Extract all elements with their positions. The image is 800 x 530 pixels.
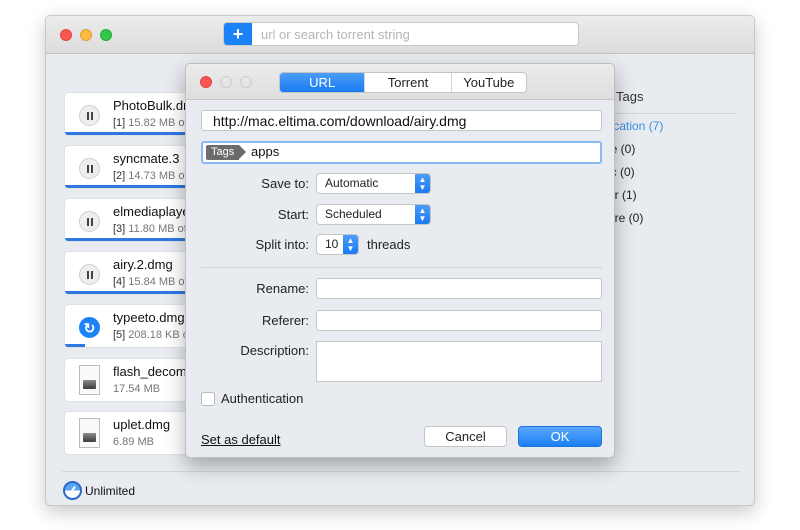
download-name: typeeto.dmg (113, 310, 185, 325)
search-input[interactable]: url or search torrent string (261, 27, 410, 42)
pause-icon[interactable] (79, 264, 100, 285)
download-item[interactable]: uplet.dmg 6.89 MB (64, 411, 199, 455)
download-size: 11.80 MB of (128, 223, 187, 235)
tab-torrent[interactable]: Torrent (365, 73, 452, 92)
pause-icon[interactable] (79, 211, 100, 232)
save-to-select[interactable]: Automatic ▲ ▼ (316, 173, 431, 194)
tags-input[interactable]: Tags apps (201, 141, 602, 164)
pause-icon[interactable] (79, 158, 100, 179)
download-progress-bar (65, 185, 198, 188)
download-size: 17.54 MB (113, 383, 161, 395)
download-size: 14.73 MB of (128, 170, 188, 182)
start-select[interactable]: Scheduled ▲ ▼ (316, 204, 431, 225)
download-name: uplet.dmg (113, 417, 171, 432)
tags-chip: Tags (206, 145, 247, 160)
download-meta: 17.54 MB (113, 383, 160, 395)
download-size: 208.18 KB of (128, 329, 192, 341)
save-to-value: Automatic (325, 176, 379, 190)
stepper-arrows-icon: ▲ ▼ (343, 235, 358, 254)
dialog-divider (201, 267, 602, 268)
download-meta: [2] 14.73 MB of (113, 170, 188, 182)
download-meta: [3] 11.80 MB of (113, 223, 187, 235)
download-meta: [5] 208.18 KB of (113, 329, 192, 341)
description-label: Description: (240, 343, 309, 358)
dialog-close-button[interactable] (200, 76, 212, 88)
rename-input[interactable] (316, 278, 602, 299)
speed-limit-label[interactable]: Unlimited (85, 484, 135, 498)
threads-label: threads (367, 237, 411, 252)
tags-value: apps (251, 144, 280, 159)
download-meta: [1] 15.82 MB of (113, 117, 188, 129)
set-as-default-link[interactable]: Set as default (201, 432, 281, 447)
tags-divider (606, 113, 736, 114)
dialog-zoom-button (240, 76, 252, 88)
download-progress-bar (65, 132, 198, 135)
download-item[interactable]: flash_decompiler 17.54 MB (64, 358, 199, 402)
cancel-button[interactable]: Cancel (424, 426, 507, 447)
footer-divider (62, 471, 740, 472)
download-item[interactable]: ↻ typeeto.dmg [5] 208.18 KB of (64, 304, 199, 348)
add-download-button[interactable]: + (224, 23, 252, 45)
stepper-arrows-icon: ▲ ▼ (415, 205, 430, 224)
download-item[interactable]: airy.2.dmg [4] 15.84 MB of (64, 251, 199, 295)
download-index: [5] (113, 329, 126, 341)
download-name: syncmate.3 (113, 151, 180, 166)
start-value: Scheduled (325, 207, 382, 221)
zoom-window-button[interactable] (100, 29, 112, 41)
start-label: Start: (277, 207, 309, 222)
tag-item[interactable]: lication (7) (608, 119, 663, 133)
tab-url[interactable]: URL (280, 73, 366, 92)
split-label: Split into: (255, 237, 309, 252)
download-item[interactable]: syncmate.3 [2] 14.73 MB of (64, 145, 199, 189)
download-meta: [4] 15.84 MB of (113, 276, 188, 288)
close-window-button[interactable] (60, 29, 72, 41)
tab-youtube[interactable]: YouTube (452, 73, 526, 92)
authentication-checkbox[interactable] (201, 392, 215, 406)
dialog-title-bar: URL Torrent YouTube (186, 64, 614, 100)
split-value: 10 (325, 237, 339, 251)
download-name: airy.2.dmg (113, 257, 173, 272)
download-index: [4] (113, 276, 126, 288)
search-bar: + url or search torrent string (223, 22, 579, 46)
add-download-dialog: URL Torrent YouTube http://mac.eltima.co… (185, 63, 615, 458)
download-index: [1] (113, 117, 126, 129)
download-progress-bar (65, 238, 198, 241)
download-size: 6.89 MB (113, 436, 154, 448)
resume-icon[interactable]: ↻ (79, 317, 100, 338)
referer-input[interactable] (316, 310, 602, 331)
source-tabs: URL Torrent YouTube (279, 72, 527, 93)
download-index: [3] (113, 223, 126, 235)
url-input[interactable]: http://mac.eltima.com/download/airy.dmg (201, 110, 602, 131)
split-threads-select[interactable]: 10 ▲ ▼ (316, 234, 359, 255)
download-size: 15.82 MB of (128, 117, 188, 129)
minimize-window-button[interactable] (80, 29, 92, 41)
dmg-file-icon (79, 418, 100, 448)
download-size: 15.84 MB of (128, 276, 188, 288)
description-textarea[interactable] (316, 341, 602, 382)
pause-icon[interactable] (79, 105, 100, 126)
download-progress-bar (65, 344, 85, 347)
download-item[interactable]: elmediaplayer [3] 11.80 MB of (64, 198, 199, 242)
download-name: elmediaplayer (113, 204, 194, 219)
referer-label: Referer: (262, 313, 309, 328)
rename-label: Rename: (256, 281, 309, 296)
dialog-minimize-button (220, 76, 232, 88)
download-item[interactable]: PhotoBulk.dmg [1] 15.82 MB of (64, 92, 199, 136)
download-index: [2] (113, 170, 126, 182)
dmg-file-icon (79, 365, 100, 395)
tags-panel-title: Tags (616, 89, 644, 104)
title-bar: + url or search torrent string (46, 16, 754, 54)
ok-button[interactable]: OK (518, 426, 602, 447)
authentication-label[interactable]: Authentication (221, 391, 303, 406)
speedometer-icon[interactable] (63, 481, 82, 500)
download-meta: 6.89 MB (113, 436, 154, 448)
download-progress-bar (65, 291, 198, 294)
save-to-label: Save to: (261, 176, 309, 191)
stepper-arrows-icon: ▲ ▼ (415, 174, 430, 193)
